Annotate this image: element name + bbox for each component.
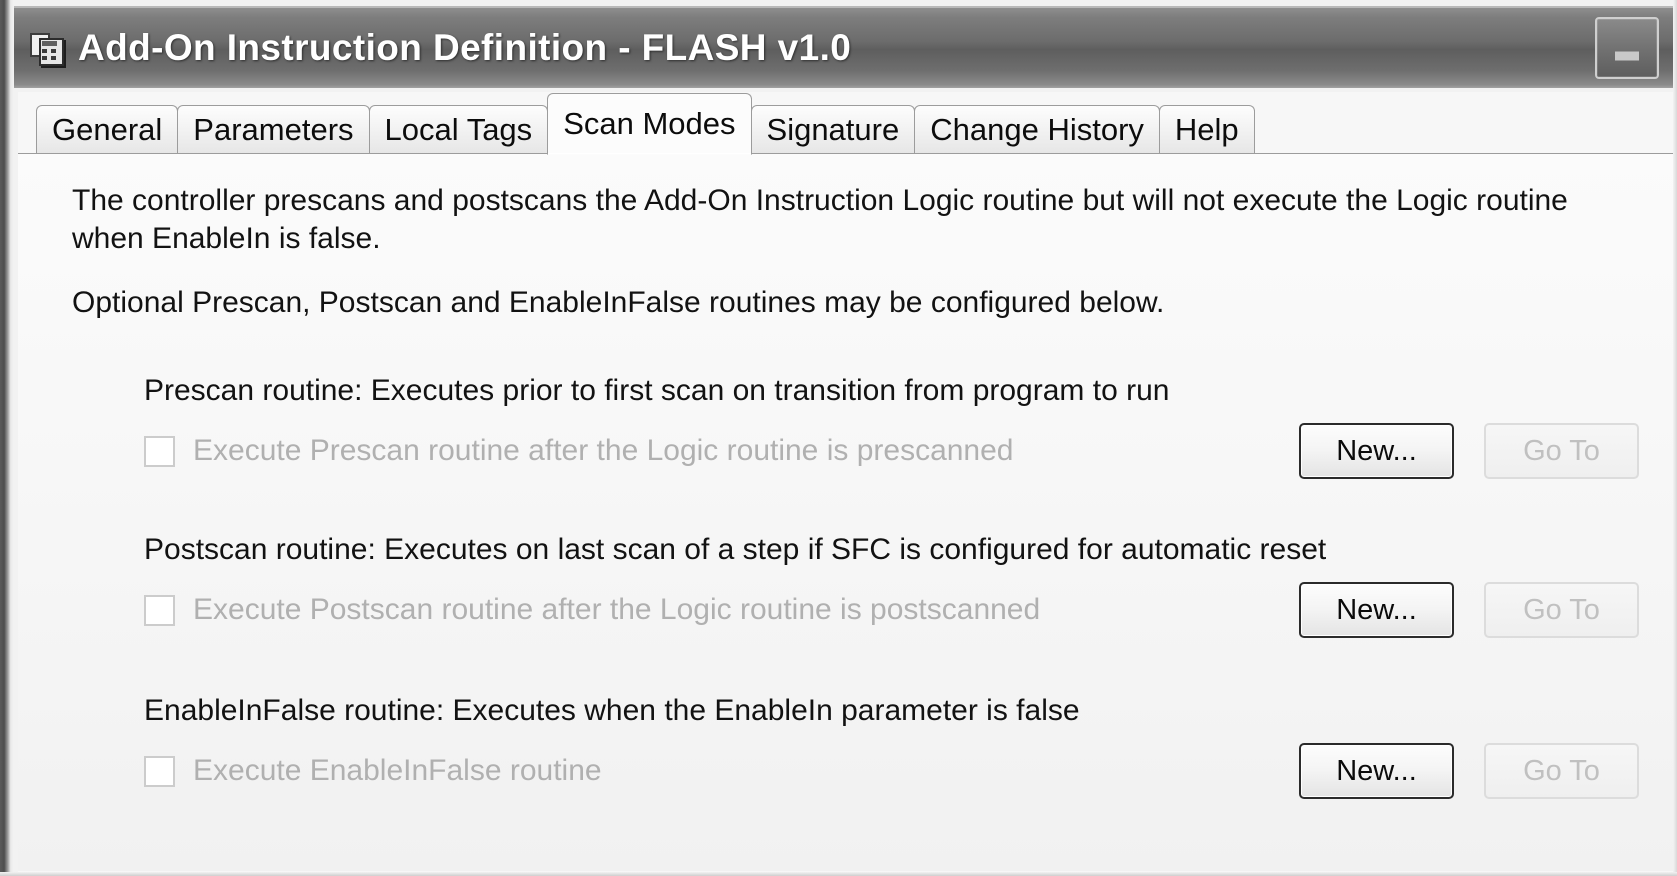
tab-local-tags[interactable]: Local Tags: [368, 105, 549, 154]
add-on-instruction-definition-window: Add-On Instruction Definition - FLASH v1…: [0, 0, 1677, 876]
tab-strip: General Parameters Local Tags Scan Modes…: [36, 92, 1673, 155]
enableinfalse-section-title: EnableInFalse routine: Executes when the…: [144, 694, 1080, 728]
postscan-section-title: Postscan routine: Executes on last scan …: [144, 533, 1327, 567]
minimize-button[interactable]: [1595, 17, 1659, 79]
prescan-section: Prescan routine: Executes prior to first…: [144, 374, 1673, 480]
execute-enableinfalse-checkbox[interactable]: [144, 755, 175, 787]
postscan-row: Execute Postscan routine after the Logic…: [144, 582, 1673, 639]
postscan-section: Postscan routine: Executes on last scan …: [144, 533, 1673, 639]
tab-parameters[interactable]: Parameters: [177, 105, 370, 154]
enableinfalse-row: Execute EnableInFalse routine New... Go …: [144, 743, 1673, 800]
prescan-row: Execute Prescan routine after the Logic …: [144, 423, 1673, 480]
icon-cell: [51, 49, 56, 53]
scan-modes-panel: The controller prescans and postscans th…: [18, 153, 1673, 871]
window-frame-bottom: [0, 872, 1677, 876]
tab-general[interactable]: General: [36, 105, 179, 154]
execute-postscan-checkbox[interactable]: [144, 594, 175, 626]
icon-header-bar: [42, 41, 57, 46]
icon-cell: [42, 56, 47, 60]
window-frame-left: [0, 0, 14, 876]
tab-scan-modes[interactable]: Scan Modes: [547, 93, 752, 155]
minimize-icon: [1615, 51, 1639, 61]
execute-prescan-label: Execute Prescan routine after the Logic …: [193, 434, 1014, 468]
icon-cell: [42, 49, 47, 53]
prescan-new-button[interactable]: New...: [1299, 423, 1454, 480]
tab-signature[interactable]: Signature: [750, 105, 916, 154]
prescan-goto-button: Go To: [1484, 423, 1639, 480]
window-frame-right: [1673, 0, 1677, 876]
postscan-new-button[interactable]: New...: [1299, 582, 1454, 639]
title-bar[interactable]: Add-On Instruction Definition - FLASH v1…: [14, 6, 1673, 88]
window-title: Add-On Instruction Definition - FLASH v1…: [78, 27, 852, 68]
intro-paragraph-2: Optional Prescan, Postscan and EnableInF…: [72, 286, 1165, 320]
intro-paragraph-1: The controller prescans and postscans th…: [72, 184, 1568, 256]
enableinfalse-section: EnableInFalse routine: Executes when the…: [144, 694, 1673, 800]
instruction-definition-icon: [30, 31, 64, 66]
execute-prescan-checkbox[interactable]: [144, 435, 175, 467]
execute-postscan-label: Execute Postscan routine after the Logic…: [193, 593, 1041, 627]
icon-cell: [51, 56, 56, 60]
postscan-goto-button: Go To: [1484, 582, 1639, 639]
execute-enableinfalse-label: Execute EnableInFalse routine: [193, 754, 602, 788]
enableinfalse-new-button[interactable]: New...: [1299, 743, 1454, 800]
tab-help[interactable]: Help: [1158, 105, 1255, 154]
client-area: General Parameters Local Tags Scan Modes…: [18, 92, 1673, 872]
tab-change-history[interactable]: Change History: [914, 105, 1160, 154]
prescan-section-title: Prescan routine: Executes prior to first…: [144, 374, 1170, 408]
enableinfalse-goto-button: Go To: [1484, 743, 1639, 800]
